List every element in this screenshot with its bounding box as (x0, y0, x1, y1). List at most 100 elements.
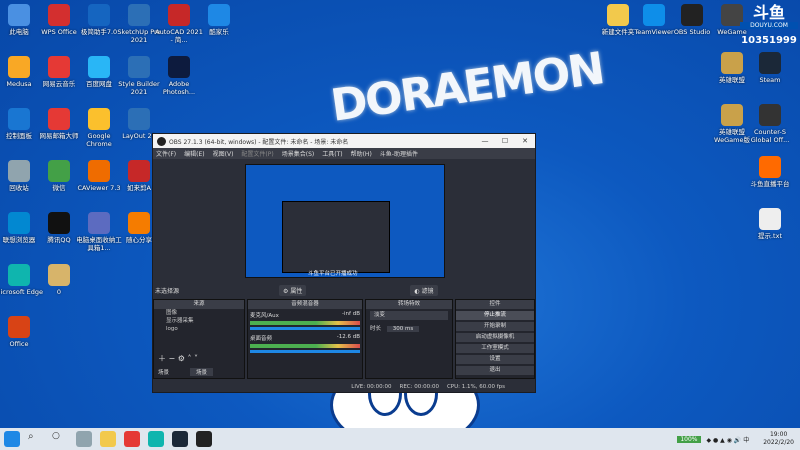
battery-indicator[interactable]: 100% (677, 435, 701, 443)
exit-button[interactable]: 退出 (456, 366, 534, 375)
virtual-camera-button[interactable]: 启动虚拟摄像机 (456, 333, 534, 342)
app-icon (8, 108, 30, 130)
douyu-room-number: 10351999 (741, 35, 797, 46)
properties-label: 属性 (290, 287, 303, 295)
app-icon (168, 4, 190, 26)
mixer-channel-desktop[interactable]: 桌面音频 -12.6 dB (248, 332, 362, 355)
douyu-site: DOUYU.COM (740, 22, 798, 29)
cortana-icon[interactable]: ○ (52, 431, 68, 447)
desktop-icon[interactable]: 酷家乐 (194, 4, 244, 36)
settings-button[interactable]: 设置 (456, 355, 534, 364)
source-item[interactable]: 图像 (154, 309, 244, 317)
transition-duration-row: 时长 300 ms (366, 322, 452, 334)
mixer-desktop-db: -12.6 dB (336, 334, 360, 340)
mixer-dock: 音频混音器 麦克风/Aux -inf dB 桌面音频 -12.6 dB (247, 299, 363, 379)
menu-help[interactable]: 帮助(H) (351, 149, 372, 158)
studio-mode-button[interactable]: 工作室模式 (456, 344, 534, 353)
app-icon (168, 56, 190, 78)
source-toolbar: 未选择源 ⚙ 属性 ◐ 滤镜 (155, 284, 535, 296)
menu-file[interactable]: 文件(F) (156, 149, 176, 158)
menu-tools[interactable]: 工具(T) (322, 149, 342, 158)
app-icon (88, 108, 110, 130)
file-explorer-icon[interactable] (100, 431, 116, 447)
desktop-icon-label: WPS Office (41, 28, 77, 36)
desktop-icon-label: 微信 (52, 184, 66, 192)
source-item[interactable]: logo (154, 325, 244, 333)
desktop-icon-label: Google Chrome (86, 132, 112, 148)
duration-input[interactable]: 300 ms (386, 326, 420, 332)
maximize-icon[interactable]: ☐ (495, 137, 515, 145)
tray-icons[interactable]: ◆ ● ▲ ◉ 🔊 中 (707, 435, 750, 444)
cpu-status: CPU: 1.1%, 60.00 fps (446, 384, 505, 390)
app-icon (759, 156, 781, 178)
menu-edit[interactable]: 编辑(E) (184, 149, 204, 158)
clock[interactable]: 19:00 2022/2/20 (763, 431, 794, 447)
obs-logo-icon (157, 136, 166, 146)
close-icon[interactable]: ✕ (515, 137, 535, 145)
app-icon (48, 160, 70, 182)
app-icon (128, 56, 150, 78)
mixer-channel-mic[interactable]: 麦克风/Aux -inf dB (248, 309, 362, 332)
app-icon (128, 160, 150, 182)
source-item[interactable]: 显示器采集 (154, 317, 244, 325)
preview-caption: 斗鱼平台已开播成功 (308, 271, 358, 277)
desktop-icon-label: 极简助手7.0 (80, 28, 118, 36)
minimize-icon[interactable]: — (475, 137, 495, 145)
stop-streaming-button[interactable]: 停止推流 (456, 311, 534, 320)
desktop-icon-label: 腾讯QQ (47, 236, 71, 244)
mixer-mic-name: 麦克风/Aux (250, 313, 279, 319)
windows-start-icon[interactable] (4, 431, 20, 447)
edge-icon[interactable] (148, 431, 164, 447)
scenes-tab[interactable]: 场景 (158, 368, 169, 376)
douyu-brand: 斗鱼 (752, 3, 785, 22)
desktop-icon[interactable]: 提示.txt (744, 208, 796, 240)
obs-taskbar-icon[interactable] (196, 431, 212, 447)
desktop-icon[interactable]: Office (0, 316, 44, 348)
desktop-icon[interactable]: 斗鱼直播平台 (744, 156, 796, 188)
app-icon (48, 212, 70, 234)
desktop-icon[interactable]: 0 (34, 264, 84, 296)
app-icon (681, 4, 703, 26)
app-icon (721, 104, 743, 126)
desktop-icon-label: 0 (56, 288, 62, 296)
obs-titlebar[interactable]: OBS 27.1.3 (64-bit, windows) - 配置文件: 未命名… (153, 134, 535, 148)
filters-button[interactable]: ◐ 滤镜 (410, 284, 438, 296)
mixer-desktop-name: 桌面音频 (250, 336, 273, 342)
mixer-desktop-meter (250, 344, 360, 348)
start-recording-button[interactable]: 开始录制 (456, 322, 534, 331)
obs-preview[interactable]: 斗鱼平台已开播成功 (245, 164, 445, 278)
properties-button[interactable]: ⚙ 属性 (279, 284, 307, 296)
desktop-icon-label: 网易邮箱大师 (39, 132, 79, 140)
app-icon (48, 264, 70, 286)
controls-dock: 控件 停止推流 开始录制 启动虚拟摄像机 工作室模式 设置 退出 (455, 299, 535, 379)
desktop-icon-label: 此电脑 (9, 28, 29, 36)
task-view-icon[interactable] (76, 431, 92, 447)
system-tray: 100% ◆ ● ▲ ◉ 🔊 中 19:00 2022/2/20 (677, 428, 794, 450)
mixer-desktop-slider[interactable] (250, 350, 360, 353)
desktop-icon[interactable]: Adobe Photosh... (154, 56, 204, 96)
transition-select[interactable]: 淡变 (370, 311, 448, 320)
app-icon (759, 208, 781, 230)
desktop-icon-label: 网易云音乐 (42, 80, 76, 88)
netease-music-icon[interactable] (124, 431, 140, 447)
menu-profile[interactable]: 配置文件(P) (241, 149, 273, 158)
duration-label: 时长 (370, 326, 382, 332)
desktop-icon-label: LayOut 20 (122, 132, 156, 140)
mixer-mic-slider[interactable] (250, 327, 360, 330)
app-icon (8, 316, 30, 338)
menu-douyu-plugin[interactable]: 斗鱼-助理插件 (380, 149, 418, 158)
desktop-icon[interactable]: Counter-S Global Off... (744, 104, 796, 144)
app-icon (88, 212, 110, 234)
desktop-icon-label: 百度网盘 (86, 80, 112, 88)
obs-window[interactable]: OBS 27.1.3 (64-bit, windows) - 配置文件: 未命名… (152, 133, 536, 393)
scene-item[interactable]: 场景 (190, 368, 214, 376)
menu-scene-collection[interactable]: 场景集合(S) (282, 149, 315, 158)
desktop-icon-label: 联想浏览器 (2, 236, 36, 244)
transitions-dock: 转场特效 淡变 时长 300 ms (365, 299, 453, 379)
douyu-watermark: 斗鱼 DOUYU.COM 10351999 (740, 4, 798, 60)
search-icon[interactable]: ⌕ (28, 431, 44, 447)
steam-icon[interactable] (172, 431, 188, 447)
menu-view[interactable]: 视图(V) (213, 149, 234, 158)
source-controls[interactable]: ＋ − ⚙ ˄ ˅ (158, 353, 198, 364)
obs-statusbar: LIVE: 00:00:00 REC: 00:00:00 CPU: 1.1%, … (153, 382, 535, 392)
